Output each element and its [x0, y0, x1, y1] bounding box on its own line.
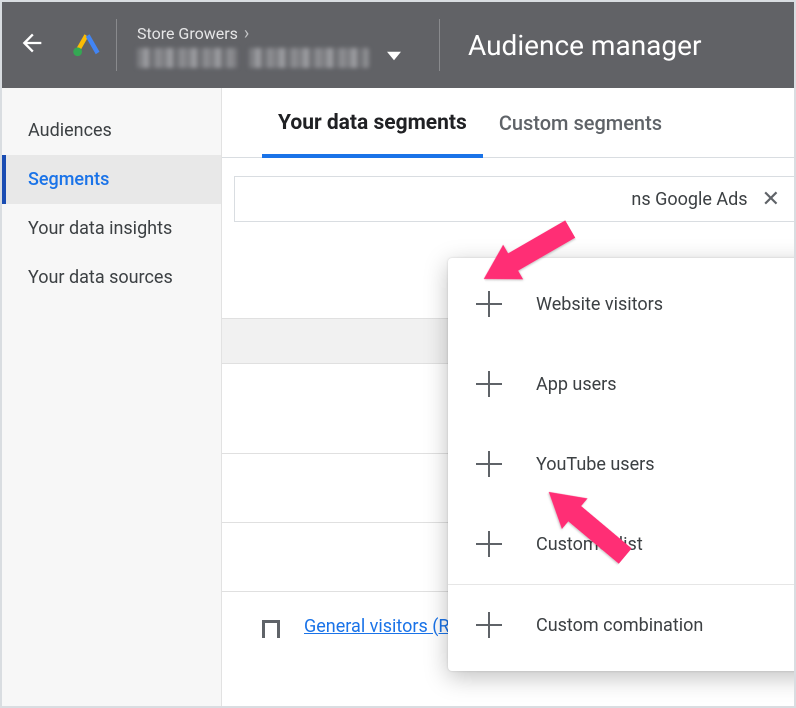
plus-icon [476, 612, 502, 638]
plus-icon [476, 371, 502, 397]
sidebar-item-sources[interactable]: Your data sources [2, 253, 221, 302]
chevron-right-icon: › [244, 23, 249, 44]
caret-down-icon[interactable] [387, 48, 401, 67]
divider [116, 19, 117, 71]
back-button[interactable] [2, 29, 62, 61]
close-icon[interactable]: ✕ [762, 187, 780, 212]
google-ads-logo [62, 28, 112, 62]
menu-item-label: Website visitors [536, 294, 663, 315]
plus-icon [476, 451, 502, 477]
menu-item-app-users[interactable]: App users [448, 344, 796, 424]
plus-icon [476, 531, 502, 557]
filter-chip-label: ns Google Ads [631, 189, 747, 210]
menu-item-custom-combination[interactable]: Custom combination [448, 585, 796, 665]
tab-custom-segments[interactable]: Custom segments [483, 111, 678, 157]
tab-your-data-segments[interactable]: Your data segments [262, 111, 483, 157]
sidebar-item-audiences[interactable]: Audiences [2, 106, 221, 155]
account-name-redacted [137, 48, 237, 68]
account-id-redacted [249, 48, 369, 68]
menu-item-label: Custom combination [536, 615, 703, 636]
divider [439, 19, 440, 71]
main-content: Your data segments Custom segments ns Go… [222, 88, 794, 708]
sidebar-item-segments[interactable]: Segments [2, 155, 221, 204]
account-parent-label: Store Growers [137, 24, 238, 43]
menu-item-label: App users [536, 374, 617, 395]
app-header: Store Growers › Audience manager [2, 2, 794, 88]
page-title: Audience manager [468, 29, 701, 62]
menu-item-youtube-users[interactable]: YouTube users [448, 424, 796, 504]
checkbox[interactable] [262, 620, 280, 638]
menu-item-label: YouTube users [536, 454, 655, 475]
create-segment-menu: Website visitors App users YouTube users… [448, 258, 796, 671]
account-switcher[interactable]: Store Growers › [127, 23, 411, 68]
sidebar: Audiences Segments Your data insights Yo… [2, 88, 222, 708]
segment-tabs: Your data segments Custom segments [222, 88, 794, 158]
filter-chip[interactable]: ns Google Ads ✕ [234, 176, 794, 222]
sidebar-item-insights[interactable]: Your data insights [2, 204, 221, 253]
